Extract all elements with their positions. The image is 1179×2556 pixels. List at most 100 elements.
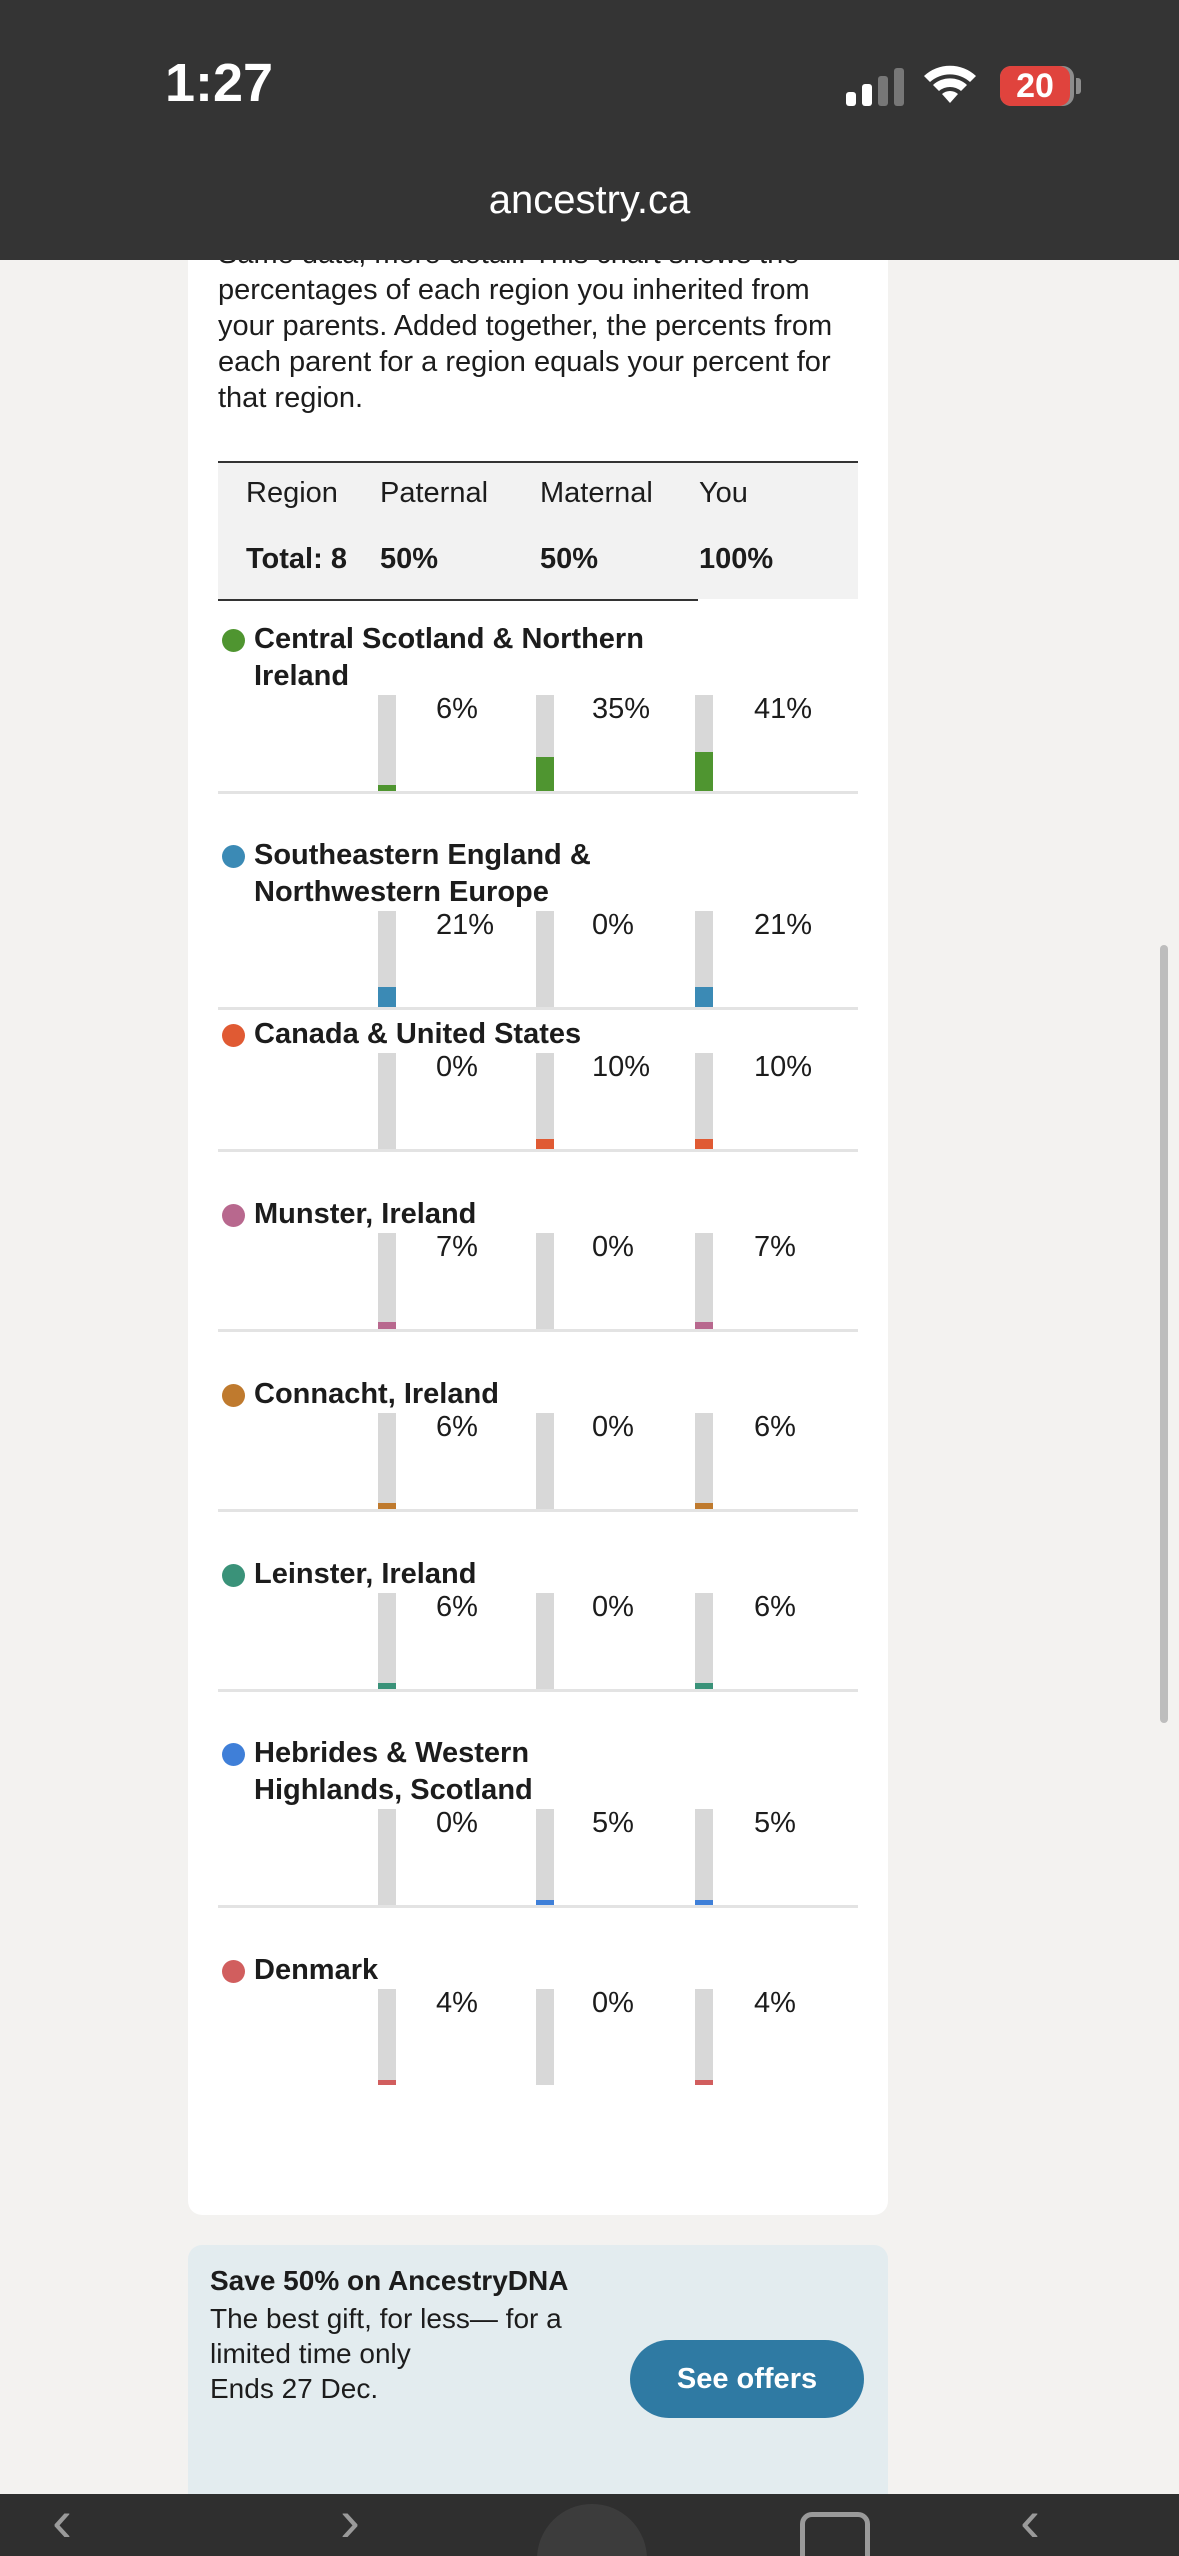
- bar-maternal: [536, 1413, 554, 1509]
- cellular-signal-icon: [846, 66, 904, 106]
- pct-paternal: 6%: [436, 1411, 478, 1443]
- bar-maternal: [536, 1989, 554, 2085]
- chart-baseline: [218, 791, 858, 794]
- pct-maternal: 35%: [592, 693, 651, 725]
- pct-paternal: 6%: [436, 1591, 478, 1623]
- bar-you: [695, 1593, 713, 1689]
- see-offers-button[interactable]: See offers: [630, 2340, 864, 2418]
- bar-fill-maternal: [536, 757, 554, 791]
- bar-you: [695, 1233, 713, 1329]
- bar-fill-you: [695, 2080, 713, 2085]
- pct-you: 41%: [754, 693, 813, 725]
- pct-maternal: 0%: [592, 909, 634, 941]
- bar-fill-you: [695, 1139, 713, 1149]
- bar-you: [695, 1413, 713, 1509]
- bar-paternal: [378, 911, 396, 1007]
- pct-paternal: 6%: [436, 693, 478, 725]
- scrollbar[interactable]: [1160, 945, 1168, 1723]
- total-paternal: 50%: [380, 543, 439, 575]
- pct-paternal: 21%: [436, 909, 495, 941]
- region-color-dot: [222, 1384, 245, 1407]
- bar-maternal: [536, 1809, 554, 1905]
- wifi-icon: [924, 65, 976, 103]
- pct-paternal: 0%: [436, 1051, 478, 1083]
- region-row: Munster, Ireland 7% 0% 7%: [218, 1196, 858, 1333]
- url-bar[interactable]: ancestry.ca: [0, 178, 1179, 223]
- promo-line-2: limited time only: [210, 2338, 411, 2369]
- bar-you: [695, 911, 713, 1007]
- tabs-icon[interactable]: [800, 2512, 870, 2556]
- region-name: Munster, Ireland: [254, 1198, 477, 1230]
- ethnicity-card: Same data, more detail. This chart shows…: [188, 260, 888, 2215]
- battery-cap-icon: [1076, 78, 1081, 94]
- bar-fill-paternal: [378, 2080, 396, 2085]
- bar-fill-you: [695, 987, 713, 1007]
- region-name: Connacht, Ireland: [254, 1378, 499, 1410]
- region-row: Southeastern England & Northwestern Euro…: [218, 837, 858, 1011]
- region-color-dot: [222, 1204, 245, 1227]
- pct-maternal: 0%: [592, 1591, 634, 1623]
- bar-maternal: [536, 1593, 554, 1689]
- bar-fill-you: [695, 1322, 713, 1329]
- header-region: Region: [246, 477, 338, 509]
- bar-you: [695, 695, 713, 791]
- region-row: Connacht, Ireland 6% 0% 6%: [218, 1376, 858, 1513]
- region-name: Denmark: [254, 1954, 379, 1986]
- pct-maternal: 0%: [592, 1411, 634, 1443]
- intro-text: Same data, more detail. This chart shows…: [218, 260, 833, 414]
- region-color-dot: [222, 629, 245, 652]
- browser-toolbar: ‹ › ‹: [0, 2494, 1179, 2556]
- promo-title: Save 50% on AncestryDNA: [210, 2265, 569, 2296]
- more-icon[interactable]: ‹: [1020, 2494, 1040, 2555]
- region-name: Leinster, Ireland: [254, 1558, 477, 1590]
- bar-paternal: [378, 1233, 396, 1329]
- bar-you: [695, 1053, 713, 1149]
- back-icon[interactable]: ‹: [52, 2494, 72, 2555]
- region-name: Central Scotland & Northern Ireland: [254, 623, 644, 692]
- bar-paternal: [378, 1413, 396, 1509]
- bar-paternal: [378, 1989, 396, 2085]
- status-bar: 1:27 20 ancestry.ca: [0, 0, 1179, 260]
- chart-baseline: [218, 1329, 858, 1332]
- bar-maternal: [536, 1053, 554, 1149]
- bar-fill-you: [695, 752, 713, 791]
- pct-paternal: 0%: [436, 1807, 478, 1839]
- table-header: Region Paternal Maternal You Total: 8 50…: [218, 461, 858, 601]
- total-regions: Total: 8: [246, 543, 347, 575]
- header-you: You: [699, 477, 748, 509]
- region-color-dot: [222, 845, 245, 868]
- pct-paternal: 7%: [436, 1231, 478, 1263]
- share-icon[interactable]: [537, 2504, 647, 2556]
- pct-you: 10%: [754, 1051, 813, 1083]
- bar-paternal: [378, 695, 396, 791]
- header-paternal: Paternal: [380, 477, 489, 509]
- pct-paternal: 4%: [436, 1987, 478, 2019]
- region-row: Denmark 4% 0% 4%: [218, 1952, 858, 2089]
- region-name: Southeastern England & Northwestern Euro…: [254, 839, 591, 908]
- total-maternal: 50%: [540, 543, 599, 575]
- bar-paternal: [378, 1809, 396, 1905]
- pct-you: 21%: [754, 909, 813, 941]
- region-row: Canada & United States 0% 10% 10%: [218, 1016, 858, 1153]
- header-maternal: Maternal: [540, 477, 653, 509]
- region-name: Hebrides & Western Highlands, Scotland: [254, 1737, 533, 1806]
- chart-baseline: [218, 1509, 858, 1512]
- region-row: Hebrides & Western Highlands, Scotland 0%…: [218, 1735, 858, 1909]
- chart-baseline: [218, 1007, 858, 1010]
- bar-maternal: [536, 1233, 554, 1329]
- battery-level: 20: [1000, 66, 1070, 106]
- region-row: Leinster, Ireland 6% 0% 6%: [218, 1556, 858, 1693]
- status-time: 1:27: [165, 53, 274, 113]
- pct-you: 7%: [754, 1231, 796, 1263]
- pct-maternal: 0%: [592, 1231, 634, 1263]
- pct-maternal: 5%: [592, 1807, 634, 1839]
- bar-fill-paternal: [378, 987, 396, 1007]
- bar-you: [695, 1989, 713, 2085]
- forward-icon[interactable]: ›: [340, 2494, 360, 2555]
- promo-text: The best gift, for less— for a limited t…: [210, 2301, 600, 2406]
- chart-baseline: [218, 1905, 858, 1908]
- region-row: Central Scotland & Northern Ireland 6% 35%…: [218, 621, 858, 795]
- header-underline: [218, 599, 698, 601]
- bar-fill-maternal: [536, 1139, 554, 1149]
- region-name: Canada & United States: [254, 1018, 582, 1050]
